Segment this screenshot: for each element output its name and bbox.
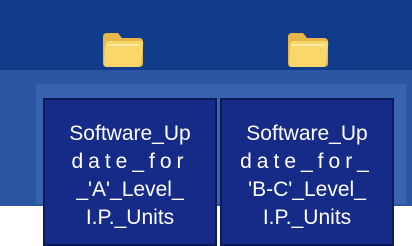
folder-icon[interactable] [285,27,331,71]
folder-icon[interactable] [100,27,146,71]
folder-label-line: Software_Up [246,122,368,145]
folder-label-software-update-b-c-level[interactable]: Software_Up date_for_ 'B-C'_Level_ I.P._… [220,98,394,246]
desktop-screen: Software_Up date_for _'A'_Level_ I.P._Un… [0,0,412,246]
folder-label-line: Software_Up [69,122,191,145]
folder-label-line: 'B-C'_Level_ [248,178,366,201]
folder-label-software-update-a-level[interactable]: Software_Up date_for _'A'_Level_ I.P._Un… [43,98,217,246]
folder-icon-graphic [288,33,329,67]
folder-label-line: I.P._Units [262,206,352,229]
folder-label-line: _'A'_Level_ [76,178,184,201]
folder-label-line: date_for_ [240,150,374,173]
folder-icon-graphic [103,33,144,67]
folder-label-line: I.P._Units [85,206,175,229]
folder-label-line: date_for [71,150,189,173]
